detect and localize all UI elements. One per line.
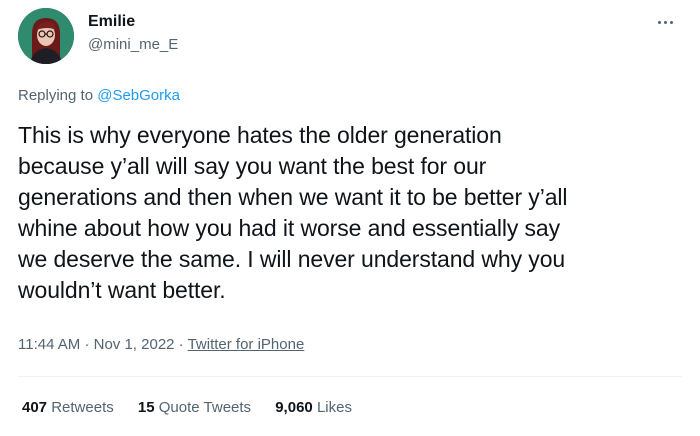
meta-separator: ·: [178, 336, 184, 353]
tweet-text-line: whine about how you had it worse and ess…: [18, 215, 561, 241]
meta-separator: ·: [84, 336, 90, 353]
tweet-metadata: 11:44 AM · Nov 1, 2022 · Twitter for iPh…: [18, 335, 304, 355]
tweet-text-line: generations and then when we want it to …: [18, 184, 568, 210]
more-options-button[interactable]: [654, 12, 678, 32]
user-avatar-icon: [18, 8, 74, 64]
user-handle[interactable]: @mini_me_E: [88, 35, 178, 55]
avatar[interactable]: [18, 8, 74, 64]
tweet-text-line: This is why everyone hates the older gen…: [18, 122, 502, 148]
more-dot: [670, 21, 673, 24]
replying-to-label: Replying to: [18, 87, 94, 104]
tweet-text: This is why everyone hates the older gen…: [18, 120, 688, 306]
tweet-stats: 407 Retweets 15 Quote Tweets 9,060 Likes: [22, 398, 372, 418]
tweet-time[interactable]: 11:44 AM: [18, 336, 80, 353]
tweet-date[interactable]: Nov 1, 2022: [94, 336, 175, 353]
more-dot: [664, 21, 667, 24]
quote-tweets-label: Quote Tweets: [158, 399, 252, 416]
retweets-count: 407: [22, 399, 48, 416]
likes-stat[interactable]: 9,060 Likes: [275, 398, 352, 418]
likes-count: 9,060: [275, 399, 313, 416]
replying-to-mention-link[interactable]: @SebGorka: [97, 87, 180, 104]
quote-tweets-count: 15: [137, 399, 155, 416]
tweet-text-line: wouldn’t want better.: [18, 277, 226, 303]
display-name[interactable]: Emilie: [88, 12, 135, 32]
tweet-card: Emilie @mini_me_E Replying to @SebGorka …: [0, 0, 700, 436]
retweets-label: Retweets: [51, 399, 114, 416]
retweets-stat[interactable]: 407 Retweets: [22, 398, 114, 418]
tweet-text-line: we deserve the same. I will never unders…: [18, 246, 566, 272]
more-horizontal-icon: [658, 21, 661, 24]
likes-label: Likes: [316, 399, 352, 416]
divider: [18, 376, 682, 377]
tweet-text-line: because y’all will say you want the best…: [18, 153, 487, 179]
quote-tweets-stat[interactable]: 15 Quote Tweets: [138, 398, 251, 418]
replying-to: Replying to @SebGorka: [18, 86, 180, 106]
tweet-source-link[interactable]: Twitter for iPhone: [188, 336, 305, 353]
